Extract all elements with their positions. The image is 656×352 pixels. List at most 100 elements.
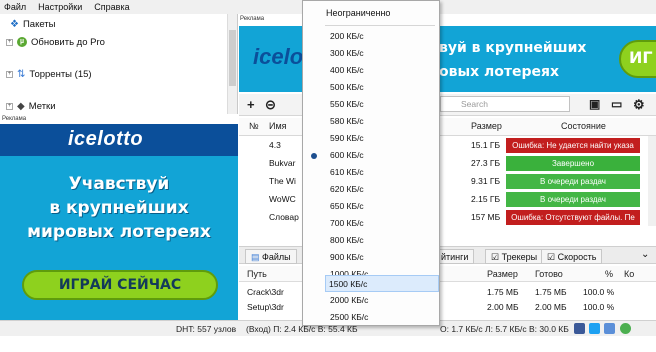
expand-icon[interactable]: +	[6, 38, 13, 46]
ad-play-button[interactable]: ИГРАЙ СЕЙЧАС	[22, 270, 218, 300]
torrent-name: Bukvar	[269, 158, 296, 168]
menu-item-speed[interactable]: 620 КБ/с	[304, 181, 438, 198]
menu-item-speed[interactable]: 300 КБ/с	[304, 45, 438, 62]
expand-icon[interactable]: +	[6, 102, 13, 110]
monitor-icon[interactable]: ▭	[611, 97, 622, 111]
torrent-size: 157 МБ	[471, 212, 501, 222]
menu-item-speed[interactable]: 550 КБ/с	[304, 96, 438, 113]
ad-line: овых лотереях	[439, 64, 560, 80]
sidebar-item-packages[interactable]: ❖ Пакеты	[10, 16, 56, 32]
chat-icon[interactable]: ▣	[589, 97, 600, 111]
status-badge: Завершено	[506, 156, 640, 171]
dht-status: DHT: 557 узлов	[176, 324, 237, 334]
ad-banner-left[interactable]: icelotto Учавствуй в крупнейших мировых …	[0, 124, 238, 320]
status-badge: Ошибка: Не удается найти указа	[506, 138, 640, 153]
menu-item-speed[interactable]: 900 КБ/с	[304, 249, 438, 266]
menu-file[interactable]: Файл	[4, 2, 26, 12]
menu-item-speed[interactable]: 500 КБ/с	[304, 79, 438, 96]
sidebar-item-labels[interactable]: + ◆ Метки	[6, 98, 56, 114]
torrents-icon: ⇅	[17, 68, 26, 80]
tab-ratings[interactable]: йтинги	[435, 249, 475, 264]
facebook-icon[interactable]	[574, 323, 585, 334]
add-torrent-icon[interactable]: +	[247, 97, 255, 112]
file-done: 1.75 МБ	[535, 287, 567, 297]
column-path[interactable]: Путь	[247, 269, 267, 279]
menu-item-speed[interactable]: 700 КБ/с	[304, 215, 438, 232]
menu-item-speed[interactable]: 2500 КБ/с	[304, 309, 438, 326]
column-percent[interactable]: %	[605, 269, 613, 279]
status-badge: В очереди раздач	[506, 174, 640, 189]
torrent-size: 15.1 ГБ	[471, 140, 501, 150]
menu-settings[interactable]: Настройки	[38, 2, 82, 12]
speed-icon: ☑	[547, 252, 556, 262]
menu-item-speed[interactable]: 600 КБ/с	[304, 147, 438, 164]
menu-item-speed[interactable]: 800 КБ/с	[304, 232, 438, 249]
tab-label: Скорость	[557, 252, 597, 262]
files-icon: ▤	[251, 252, 260, 262]
monitor-status-icon[interactable]	[604, 323, 615, 334]
ad-line: мировых лотереях	[27, 222, 211, 242]
column-size[interactable]: Размер	[471, 121, 502, 131]
tab-label: йтинги	[441, 252, 469, 262]
menu-item-speed[interactable]: 200 КБ/с	[304, 28, 438, 45]
torrent-size: 9.31 ГБ	[471, 176, 501, 186]
menu-item-speed[interactable]: 610 КБ/с	[304, 164, 438, 181]
menu-item-speed[interactable]: 650 КБ/с	[304, 198, 438, 215]
menu-item-speed[interactable]: 580 КБ/с	[304, 113, 438, 130]
add-link-icon[interactable]: ⊝	[265, 97, 276, 113]
search-input[interactable]: Search	[440, 96, 570, 112]
ad-cta-label: ИГ	[629, 48, 653, 67]
upload-status: О: 1.7 КБ/с Л: 5.7 КБ/с В: 30.0 КБ	[440, 324, 569, 334]
selected-radio-icon	[311, 153, 317, 159]
gear-icon[interactable]: ⚙	[633, 97, 645, 113]
twitter-icon[interactable]	[589, 323, 600, 334]
column-count[interactable]: Ко	[624, 269, 634, 279]
menu-separator	[325, 25, 435, 26]
ad-logo: icelo	[253, 44, 304, 69]
file-percent: 100.0 %	[583, 287, 615, 297]
ok-status-icon[interactable]	[620, 323, 631, 334]
collapse-icon[interactable]: ⌄	[641, 249, 649, 260]
sidebar-scrollbar[interactable]	[227, 14, 237, 114]
torrent-name: WoWC	[269, 194, 296, 204]
tab-files[interactable]: ▤ Файлы	[245, 249, 297, 264]
sidebar-item-upgrade[interactable]: + µ Обновить до Pro	[6, 34, 105, 50]
ad-cta-label: ИГРАЙ СЕЙЧАС	[58, 277, 182, 293]
file-percent: 100.0 %	[583, 302, 615, 312]
sidebar-item-label: Обновить до Pro	[31, 36, 105, 48]
ad-label: Реклама	[240, 16, 265, 22]
column-state[interactable]: Состояние	[561, 121, 606, 131]
tracker-icon: ☑	[491, 252, 500, 262]
torrent-size: 2.15 ГБ	[471, 194, 501, 204]
column-num[interactable]: №	[249, 121, 259, 131]
column-file-size[interactable]: Размер	[487, 269, 518, 279]
column-done[interactable]: Готово	[535, 269, 563, 279]
menu-item-speed[interactable]: 400 КБ/с	[304, 62, 438, 79]
file-size: 2.00 МБ	[487, 302, 519, 312]
file-path: Crack\3dr	[247, 287, 284, 297]
status-badge: В очереди раздач	[506, 192, 640, 207]
tab-label: Трекеры	[501, 252, 538, 262]
ad-line: Учавствуй	[68, 174, 170, 194]
ad-play-button[interactable]: ИГ	[619, 40, 656, 78]
column-name[interactable]: Имя	[269, 121, 287, 131]
sidebar-item-torrents[interactable]: + ⇅ Торренты (15)	[6, 66, 92, 82]
sidebar-item-label: Пакеты	[22, 18, 56, 30]
file-size: 1.75 МБ	[487, 287, 519, 297]
torrent-name: Словар	[269, 212, 299, 222]
menu-item-speed[interactable]: 590 КБ/с	[304, 130, 438, 147]
speed-limit-menu: Неограниченно 200 КБ/с 300 КБ/с 400 КБ/с…	[302, 0, 440, 326]
sidebar: ❖ Пакеты + µ Обновить до Pro + ⇅ Торрент…	[0, 14, 238, 114]
menu-item-unlimited[interactable]: Неограниченно	[304, 5, 438, 22]
ad-label: Реклама	[2, 116, 27, 122]
expand-icon[interactable]: +	[6, 70, 13, 78]
torrent-list-scrollbar[interactable]	[648, 136, 656, 226]
menu-item-speed-hovered[interactable]: 1500 КБ/с	[325, 275, 439, 292]
tab-speed[interactable]: ☑ Скорость	[541, 249, 603, 264]
torrent-name: The Wi	[269, 176, 296, 186]
ad-line: в крупнейших	[49, 198, 189, 218]
tab-trackers[interactable]: ☑ Трекеры	[485, 249, 544, 264]
menu-item-speed[interactable]: 2000 КБ/с	[304, 292, 438, 309]
menu-help[interactable]: Справка	[94, 2, 129, 12]
packages-icon: ❖	[10, 18, 19, 30]
